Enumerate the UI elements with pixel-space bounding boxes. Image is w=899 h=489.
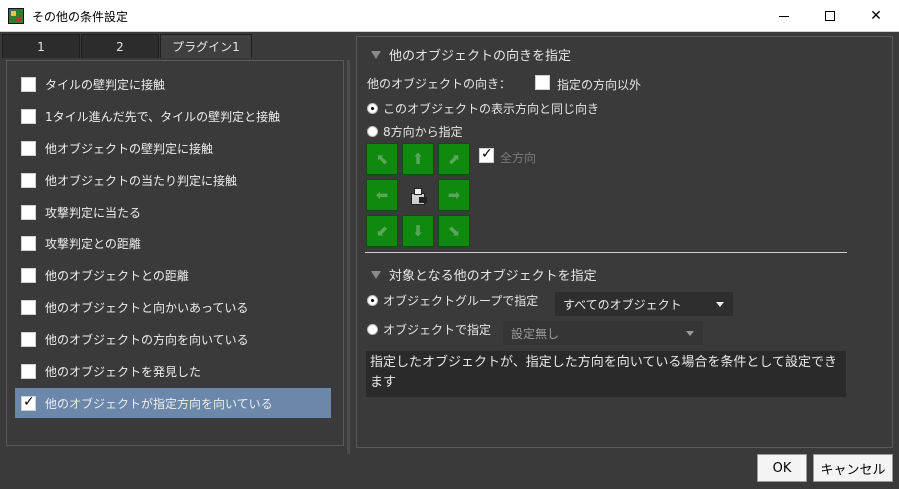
- minimize-button[interactable]: [761, 0, 807, 32]
- condition-label: 他のオブジェクトが指定方向を向いている: [45, 396, 273, 411]
- object-dropdown[interactable]: 設定無し: [503, 321, 703, 345]
- direction-up-right-button[interactable]: ⬈: [438, 143, 470, 175]
- close-button[interactable]: ✕: [853, 0, 899, 32]
- except-direction-checkbox[interactable]: [535, 75, 550, 90]
- condition-item[interactable]: 攻撃判定との距離: [15, 228, 331, 258]
- condition-checkbox[interactable]: [21, 363, 36, 379]
- condition-label: 他オブジェクトの壁判定に接触: [45, 141, 214, 156]
- condition-label: 他のオブジェクトの方向を向いている: [45, 332, 249, 347]
- minimize-icon: [779, 15, 789, 17]
- arrow-left-icon: ⬅: [375, 186, 389, 204]
- condition-label: 攻撃判定に当たる: [45, 205, 142, 220]
- all-directions-checkbox[interactable]: [479, 146, 494, 163]
- direction-section-title[interactable]: 他のオブジェクトの向きを指定: [371, 45, 571, 64]
- condition-checkbox[interactable]: [21, 140, 36, 156]
- arrow-up-left-icon: ⬉: [375, 150, 389, 168]
- chevron-down-icon: [686, 331, 694, 336]
- tab-2[interactable]: 2: [81, 34, 159, 58]
- tab-label: 2: [116, 39, 124, 54]
- description-text: 指定したオブジェクトが、指定した方向を向いている場合を条件として設定できます: [366, 351, 846, 397]
- condition-label: 攻撃判定との距離: [45, 236, 141, 251]
- object-group-dropdown[interactable]: すべてのオブジェクト: [555, 292, 733, 316]
- condition-checkbox[interactable]: [21, 108, 36, 124]
- arrow-up-icon: ⬆: [411, 150, 425, 168]
- condition-checkbox[interactable]: [21, 204, 36, 220]
- same-direction-label: このオブジェクトの表示方向と同じ向き: [383, 102, 600, 116]
- condition-item-selected[interactable]: 他のオブジェクトが指定方向を向いている: [15, 388, 331, 418]
- condition-item[interactable]: 他のオブジェクトとの距離: [15, 260, 331, 290]
- target-section-title[interactable]: 対象となる他のオブジェクトを指定: [371, 265, 597, 284]
- camera-actor-icon: [407, 187, 429, 209]
- arrow-down-left-icon: ⬋: [375, 222, 389, 240]
- condition-label: 他のオブジェクトと向かいあっている: [45, 300, 249, 315]
- condition-label: 他のオブジェクトを発見した: [45, 364, 202, 379]
- ok-button[interactable]: OK: [757, 454, 807, 482]
- condition-checkbox[interactable]: [21, 172, 36, 188]
- close-icon: ✕: [870, 8, 882, 24]
- arrow-right-icon: ➡: [447, 186, 461, 204]
- direction-down-right-button[interactable]: ⬊: [438, 215, 470, 247]
- all-directions-label: 全方向: [500, 151, 537, 165]
- object-select-radio[interactable]: [367, 324, 378, 335]
- direction-down-button[interactable]: ⬇: [402, 215, 434, 247]
- object-group-value: すべてのオブジェクト: [563, 297, 682, 312]
- condition-item[interactable]: 1タイル進んだ先で、タイルの壁判定と接触: [15, 101, 331, 131]
- condition-item[interactable]: 他のオブジェクトを発見した: [15, 356, 331, 386]
- settings-panel: 他のオブジェクトの向きを指定 他のオブジェクトの向き： 指定の方向以外 このオブ…: [356, 36, 893, 448]
- collapse-triangle-icon: [371, 50, 381, 59]
- app-icon: [8, 8, 24, 24]
- condition-label: 他のオブジェクトとの距離: [45, 268, 189, 283]
- arrow-up-right-icon: ⬈: [447, 150, 461, 168]
- condition-item[interactable]: 他オブジェクトの当たり判定に接触: [15, 165, 331, 195]
- object-select-label: オブジェクトで指定: [383, 323, 492, 337]
- tab-1[interactable]: 1: [2, 34, 80, 58]
- condition-item[interactable]: 他のオブジェクトの方向を向いている: [15, 324, 331, 354]
- condition-checkbox[interactable]: [21, 394, 36, 411]
- condition-checkbox[interactable]: [21, 299, 36, 315]
- condition-item[interactable]: 攻撃判定に当たる: [15, 197, 331, 227]
- condition-checkbox[interactable]: [21, 331, 36, 347]
- condition-label: 1タイル進んだ先で、タイルの壁判定と接触: [45, 109, 281, 124]
- condition-checkbox[interactable]: [21, 267, 36, 283]
- window-title: その他の条件設定: [32, 10, 129, 24]
- group-select-label: オブジェクトグループで指定: [383, 294, 539, 308]
- condition-label: タイルの壁判定に接触: [45, 77, 166, 92]
- except-direction-label: 指定の方向以外: [557, 78, 642, 92]
- maximize-icon: [825, 11, 835, 21]
- condition-item[interactable]: 他のオブジェクトと向かいあっている: [15, 292, 331, 322]
- direction-up-button[interactable]: ⬆: [402, 143, 434, 175]
- direction-label: 他のオブジェクトの向き：: [367, 77, 512, 91]
- direction-up-left-button[interactable]: ⬉: [366, 143, 398, 175]
- title-bar: その他の条件設定 ✕: [0, 0, 899, 32]
- same-direction-radio[interactable]: [367, 103, 378, 114]
- tab-label: 1: [37, 39, 45, 54]
- condition-label: 他オブジェクトの当たり判定に接触: [45, 173, 238, 188]
- condition-item[interactable]: 他オブジェクトの壁判定に接触: [15, 133, 331, 163]
- condition-item[interactable]: タイルの壁判定に接触: [15, 69, 331, 99]
- arrow-down-icon: ⬇: [411, 222, 425, 240]
- tab-label: プラグイン1: [172, 40, 240, 54]
- section-divider: [365, 252, 847, 253]
- arrow-down-right-icon: ⬊: [447, 222, 461, 240]
- chevron-down-icon: [716, 302, 724, 307]
- direction-down-left-button[interactable]: ⬋: [366, 215, 398, 247]
- tab-plugin1[interactable]: プラグイン1: [160, 34, 252, 58]
- condition-checkbox[interactable]: [21, 76, 36, 92]
- condition-checkbox[interactable]: [21, 235, 36, 251]
- direction-left-button[interactable]: ⬅: [366, 179, 398, 211]
- object-value: 設定無し: [511, 326, 560, 341]
- condition-list: タイルの壁判定に接触 1タイル進んだ先で、タイルの壁判定と接触 他オブジェクトの…: [6, 60, 344, 446]
- direction-right-button[interactable]: ➡: [438, 179, 470, 211]
- group-select-radio[interactable]: [367, 295, 378, 306]
- cancel-button[interactable]: キャンセル: [813, 454, 893, 482]
- maximize-button[interactable]: [807, 0, 853, 32]
- collapse-triangle-icon: [371, 270, 381, 279]
- eight-direction-radio[interactable]: [367, 126, 378, 137]
- eight-direction-label: 8方向から指定: [383, 125, 463, 139]
- panel-splitter[interactable]: [347, 60, 350, 454]
